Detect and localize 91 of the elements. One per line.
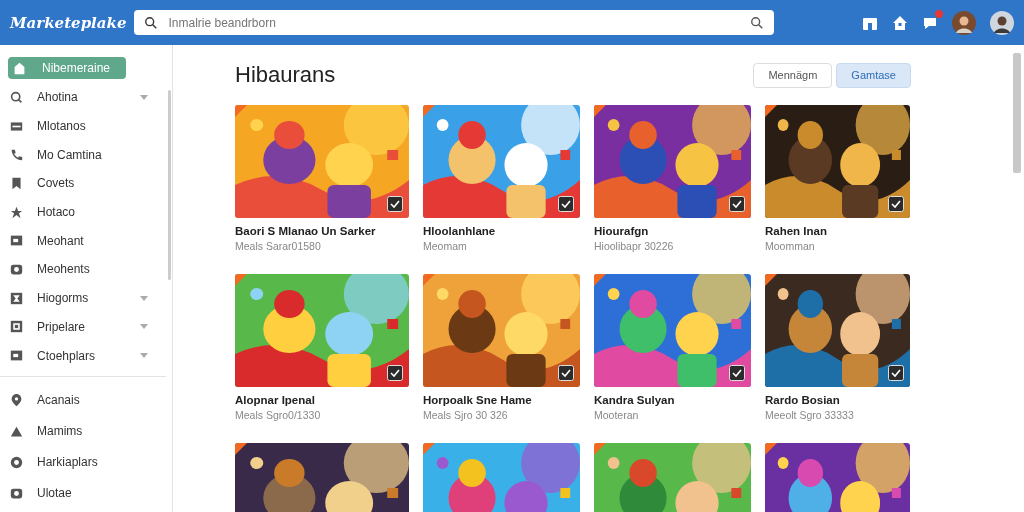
bookmark-icon <box>10 176 23 190</box>
sidebar-item[interactable]: Hiogorms <box>0 283 166 313</box>
card-title[interactable]: Kandra Sulyan <box>594 394 751 406</box>
item-label: Ctoehplars <box>37 348 97 363</box>
avatar[interactable] <box>952 10 976 35</box>
item-label: Mlotanos <box>37 119 87 134</box>
card-subtitle: Meals Sgro0/1330 <box>235 409 322 421</box>
card-subtitle: Mooteran <box>594 409 640 421</box>
page-title: Hibaurans <box>235 62 337 88</box>
view-toggle-button[interactable]: Mennägm <box>753 62 833 88</box>
card-title[interactable]: Alopnar Ipenal <box>235 394 409 406</box>
sidebar-item[interactable]: Ctoehplars <box>0 341 166 370</box>
card-title[interactable]: Hloolanhlane <box>423 225 580 237</box>
ribbon-icon <box>235 443 247 455</box>
scrollbar[interactable] <box>1013 53 1021 173</box>
card-title[interactable]: Horpoalk Sne Hame <box>423 394 580 406</box>
item-label: Pripelare <box>37 319 87 334</box>
sidebar-item[interactable]: Mamims <box>0 415 166 447</box>
sidebar-item[interactable]: Ulotae <box>0 477 166 509</box>
check-icon[interactable] <box>558 196 574 212</box>
ribbon-icon <box>594 105 606 117</box>
item-label: Mamims <box>37 424 84 439</box>
card-title[interactable]: Rahen Inan <box>765 225 910 237</box>
item-label: Hotaco <box>37 205 77 220</box>
home-icon <box>10 424 23 438</box>
list-icon <box>10 119 23 133</box>
check-icon[interactable] <box>729 196 745 212</box>
sidebar-item[interactable]: Acanais <box>0 384 166 416</box>
sidebar-item[interactable]: Mo Camtina <box>0 140 166 170</box>
card-title[interactable]: Rardo Bosian <box>765 394 910 406</box>
check-icon[interactable] <box>888 196 904 212</box>
pin-icon <box>10 393 23 407</box>
home-icon <box>13 61 26 75</box>
item-label: Covets <box>37 176 76 191</box>
sidebar-item[interactable]: Hotaco <box>0 197 166 227</box>
sidebar-item[interactable]: Meohents <box>0 255 166 284</box>
card-icon <box>10 349 23 363</box>
phone-icon <box>10 148 23 162</box>
item-label: Ulotae <box>37 486 73 501</box>
view-toggle-button[interactable]: Gamtase <box>836 62 911 88</box>
sidebar-item[interactable]: Harkiaplars <box>0 446 166 478</box>
home-icon[interactable] <box>892 14 908 31</box>
search-icon[interactable] <box>750 15 765 30</box>
item-label: Meohents <box>37 262 91 277</box>
card-title[interactable]: Baori S Mlanao Un Sarker <box>235 225 409 237</box>
search-icon <box>144 15 159 30</box>
star-icon <box>10 205 23 219</box>
sidebar-item[interactable]: Covets <box>0 169 166 198</box>
ribbon-icon <box>423 274 435 286</box>
chat-icon <box>10 262 23 276</box>
check-icon[interactable] <box>888 365 904 381</box>
ribbon-icon <box>235 105 247 117</box>
search-bar[interactable]: Inmalrie beandrborn <box>134 10 775 35</box>
ribbon-icon <box>423 443 435 455</box>
item-label: Nibemeraine <box>42 61 112 75</box>
item-label: Acanais <box>37 393 81 408</box>
card-title[interactable]: Hiourafgn <box>594 225 751 237</box>
ribbon-icon <box>594 274 606 286</box>
chat-icon <box>10 486 23 500</box>
sidebar-item[interactable]: Meohant <box>0 226 166 256</box>
check-icon[interactable] <box>558 365 574 381</box>
sidebar-item[interactable]: Pripelare <box>0 312 166 342</box>
ribbon-icon <box>765 105 777 117</box>
item-label: Ahotina <box>37 90 79 105</box>
card-subtitle: Moomman <box>765 240 816 252</box>
square-icon <box>10 320 23 334</box>
ribbon-icon <box>765 274 777 286</box>
sidebar-item[interactable]: Mlotanos <box>0 111 166 141</box>
ribbon-icon <box>765 443 777 455</box>
ribbon-icon <box>594 443 606 455</box>
card-subtitle: Hioolibapr 30226 <box>594 240 675 252</box>
check-icon[interactable] <box>387 196 403 212</box>
card-icon <box>10 234 23 248</box>
circle-icon <box>10 455 23 469</box>
avatar[interactable] <box>990 10 1014 35</box>
box-icon <box>10 291 23 305</box>
card-subtitle: Meals Sjro 30 326 <box>423 409 509 421</box>
ribbon-icon <box>235 274 247 286</box>
item-label: Harkiaplars <box>37 455 99 470</box>
search-icon <box>10 90 23 104</box>
card-subtitle: Meals Sarar01580 <box>235 240 322 252</box>
card-subtitle: Meomam <box>423 240 468 252</box>
check-icon[interactable] <box>387 365 403 381</box>
card-subtitle: Meeolt Sgro 33333 <box>765 409 855 421</box>
item-label: Mo Camtina <box>37 147 103 162</box>
check-icon[interactable] <box>729 365 745 381</box>
item-label: Meohant <box>37 233 85 248</box>
logo[interactable]: Marketeplake <box>10 13 127 32</box>
item-label: Hiogorms <box>37 291 90 306</box>
sidebar-item[interactable]: Ahotina <box>0 83 166 112</box>
ribbon-icon <box>423 105 435 117</box>
